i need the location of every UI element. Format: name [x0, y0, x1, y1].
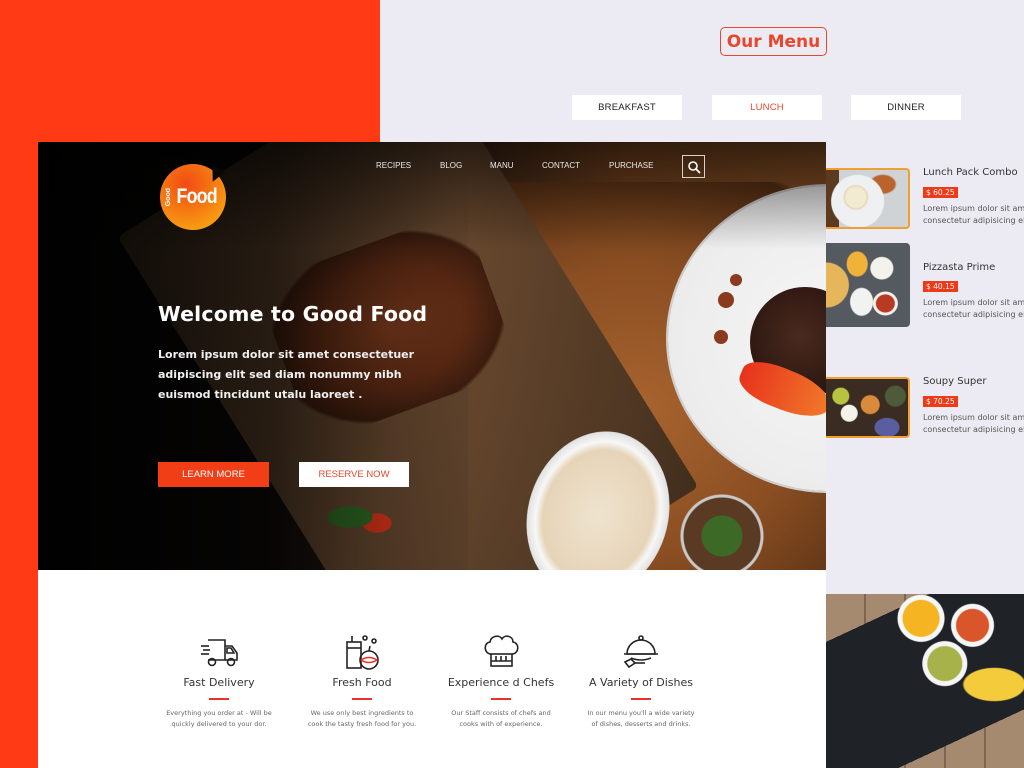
feature-divider — [631, 698, 651, 700]
feature-divider — [352, 698, 372, 700]
nav-contact[interactable]: CONTACT — [542, 161, 580, 170]
menu-item-description: Lorem ipsum dolor sit amet consectetur a… — [923, 412, 1024, 436]
feature-divider — [209, 698, 229, 700]
desc-line: cook the tasty fresh food for you. — [307, 720, 417, 728]
logo-text-large: Food — [176, 185, 218, 208]
hero-description: Lorem ipsum dolor sit amet consectetuer … — [158, 345, 418, 405]
desc-line: We use only best ingredients to — [310, 709, 414, 717]
tab-dinner[interactable]: DINNER — [851, 95, 961, 120]
feature-description: In our menu you'll a wide variety of dis… — [566, 708, 716, 730]
desc-line: Everything you order at - Will be — [166, 709, 272, 717]
menu-item-description: Lorem ipsum dolor sit amet consectetur a… — [923, 203, 1024, 227]
hero-text-line: euismod tincidunt utalu laoreet . — [158, 388, 363, 401]
chef-hat-icon — [484, 635, 519, 667]
menu-item-image[interactable] — [822, 243, 910, 327]
feature-description: Our Staff consists of chefs and cooks wi… — [426, 708, 576, 730]
menu-item-description: Lorem ipsum dolor sit amet consectetur a… — [923, 297, 1024, 321]
desc-line: quickly delivered to your dor. — [171, 720, 267, 728]
menu-item-name[interactable]: Pizzasta Prime — [923, 262, 995, 273]
menu-item-price: $ 60.25 — [923, 187, 958, 198]
menu-section-title: Our Menu — [720, 27, 827, 56]
features-section: Fast Delivery Everything you order at - … — [38, 570, 826, 768]
logo-text-small: Good — [165, 187, 173, 207]
menu-item-price: $ 40.15 — [923, 281, 958, 292]
desc-line: consectetur adipisicing elit — [923, 216, 1024, 225]
food-photo — [826, 594, 1024, 768]
menu-item-price: $ 70.25 — [923, 396, 958, 407]
menu-item-name[interactable]: Soupy Super — [923, 376, 987, 387]
desc-line: consectetur adipisicing elit — [923, 425, 1024, 434]
nav-blog[interactable]: BLOG — [440, 161, 462, 170]
logo[interactable]: Good Food — [160, 164, 226, 230]
feature-title: Fast Delivery — [183, 676, 255, 689]
hero-text-line: Lorem ipsum dolor sit amet consectetuer — [158, 348, 415, 361]
search-icon — [687, 160, 700, 173]
hero-section: Good Food RECIPES BLOG MANU CONTACT PURC… — [38, 142, 826, 570]
hero-title: Welcome to Good Food — [158, 302, 428, 326]
nav-recipes[interactable]: RECIPES — [376, 161, 411, 170]
feature-description: Everything you order at - Will be quickl… — [144, 708, 294, 730]
menu-item-name[interactable]: Lunch Pack Combo — [923, 167, 1018, 178]
desc-line: In our menu you'll a wide variety — [587, 709, 695, 717]
orange-background-block — [0, 0, 380, 142]
desc-line: Lorem ipsum dolor sit amet — [923, 204, 1024, 213]
desc-line: consectetur adipisicing elit — [923, 310, 1024, 319]
feature-title: A Variety of Dishes — [589, 676, 693, 689]
feature-divider — [491, 698, 511, 700]
tab-breakfast[interactable]: BREAKFAST — [572, 95, 682, 120]
reserve-now-button[interactable]: RESERVE NOW — [299, 462, 409, 487]
feature-title: Experience d Chefs — [447, 676, 555, 689]
desc-line: Lorem ipsum dolor sit amet — [923, 298, 1024, 307]
feature-title: Fresh Food — [332, 676, 392, 689]
hero-text-line: adipiscing elit sed diam nonummy nibh — [158, 368, 402, 381]
fresh-food-icon — [346, 635, 379, 670]
desc-line: Our Staff consists of chefs and — [451, 709, 551, 717]
tab-lunch[interactable]: LUNCH — [712, 95, 822, 120]
desc-line: Lorem ipsum dolor sit amet — [923, 413, 1024, 422]
hero-overlay — [38, 142, 826, 570]
menu-item-image[interactable] — [822, 168, 910, 229]
learn-more-button[interactable]: LEARN MORE — [158, 462, 269, 487]
desc-line: of dishes, desserts and drinks. — [591, 720, 691, 728]
nav-manu[interactable]: MANU — [490, 161, 514, 170]
cloche-icon — [623, 635, 658, 669]
feature-description: We use only best ingredients to cook the… — [287, 708, 437, 730]
desc-line: cooks with of experience. — [459, 720, 543, 728]
search-button[interactable] — [682, 155, 705, 178]
orange-background-strip — [0, 0, 38, 768]
delivery-truck-icon — [201, 639, 238, 667]
nav-purchase[interactable]: PURCHASE — [609, 161, 653, 170]
menu-item-image[interactable] — [822, 377, 910, 438]
